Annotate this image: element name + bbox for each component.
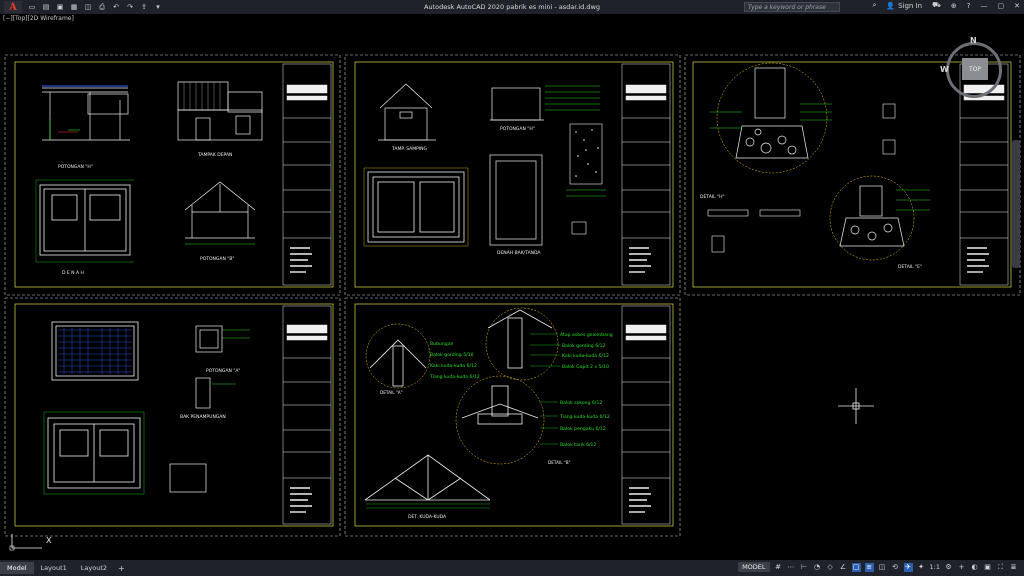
grid-icon[interactable]: # <box>774 563 783 572</box>
search-input[interactable]: Type a keyword or phrase <box>744 2 840 12</box>
annotation-label: Balok gording 5/10 <box>430 352 474 358</box>
annotation-label: Tiang kuda-kuda 6/12 <box>559 414 610 420</box>
viewcube-top-face[interactable]: TOP <box>962 58 988 80</box>
annotation-label: Atap asbes gelombang <box>560 332 613 338</box>
redo-icon[interactable]: ↷ <box>126 3 134 11</box>
navigation-bar[interactable] <box>1012 140 1020 268</box>
annotation-label: Balok pengaku 6/12 <box>560 426 606 432</box>
label-det-kuda: DET. KUDA-KUDA <box>408 514 447 520</box>
isodraft-icon[interactable]: ◇ <box>826 563 835 572</box>
save-as-icon[interactable]: ▦ <box>70 3 78 11</box>
viewport-label[interactable]: [−][Top][2D Wireframe] <box>3 15 74 22</box>
sheet-3-drawings: DETAIL "H" DETAIL "E" <box>700 62 930 270</box>
polar-icon[interactable]: ◔ <box>813 563 822 572</box>
open-folder-icon[interactable]: ▤ <box>42 3 50 11</box>
annotation-label: Balok gording 6/12 <box>562 343 606 349</box>
plus-icon[interactable]: + <box>957 563 966 572</box>
ucs-icon: X <box>9 534 52 551</box>
annotation-label: Balok Gapit 2 x 5/10 <box>562 364 609 370</box>
minimize-icon[interactable]: — <box>981 2 988 10</box>
add-layout-icon[interactable]: + <box>118 564 125 573</box>
label-bak-penampungan: BAK PENAMPUNGAN <box>180 414 226 420</box>
annotation-scale[interactable]: 1:1 <box>930 563 940 571</box>
svg-text:X: X <box>46 536 52 545</box>
connect-icon[interactable]: ⊕ <box>951 2 957 10</box>
new-file-icon[interactable]: ▭ <box>28 3 36 11</box>
customize-dropdown-icon[interactable]: ▾ <box>154 3 162 11</box>
viewcube[interactable]: TOP N W <box>940 36 1010 106</box>
transparency-icon[interactable]: ◫ <box>878 563 887 572</box>
sign-in-label: Sign In <box>898 1 923 10</box>
close-icon[interactable]: ✕ <box>1014 2 1020 10</box>
label-denah: D E N A H <box>62 270 84 276</box>
label-tampak-depan: TAMPAK DEPAN <box>197 152 232 158</box>
annotation-visibility-icon[interactable]: ✈ <box>903 562 913 572</box>
workspace-gear-icon[interactable]: ⚙ <box>944 563 953 572</box>
clean-screen-icon[interactable]: ⛶ <box>996 563 1005 572</box>
object-snap-tracking-icon[interactable]: ∠ <box>839 563 848 572</box>
annotation-label: Bubungan <box>430 341 454 347</box>
save-icon[interactable]: ▣ <box>56 3 64 11</box>
label-potongan-h2: POTONGAN "H" <box>500 126 535 132</box>
search-icon[interactable]: ⌕ <box>872 1 876 10</box>
cart-icon[interactable]: ⛟ <box>932 1 941 10</box>
label-detail-b: DETAIL "B" <box>548 460 571 465</box>
tab-layout1[interactable]: Layout1 <box>34 562 74 574</box>
undo-icon[interactable]: ↶ <box>112 3 120 11</box>
annotation-label: Balok tarik 6/12 <box>560 442 596 448</box>
sheet-4-drawings: POTONGAN "A" BAK PENAMPUNGAN <box>43 321 250 495</box>
compass-north-label: N <box>970 36 977 45</box>
label-detail-a: DETAIL "A" <box>380 390 403 395</box>
label-denah-bak: DENAH BAK/TANDA <box>497 250 541 256</box>
maximize-icon[interactable]: ▢ <box>998 2 1005 10</box>
annotation-label: Tiang kuda-kuda 6/12 <box>429 374 480 380</box>
status-bar: Model Layout1 Layout2 + MODEL # ⋯ ⊢ ◔ ◇ … <box>0 560 1024 576</box>
label-detail-h: DETAIL "H" <box>700 194 725 200</box>
label-detail-e: DETAIL "E" <box>898 264 922 270</box>
help-icon[interactable]: ? <box>967 2 971 10</box>
share-icon[interactable]: ⇪ <box>140 3 148 11</box>
print-icon[interactable]: ⎙ <box>98 3 106 11</box>
isolate-objects-icon[interactable]: ◐ <box>970 563 979 572</box>
lineweight-icon[interactable]: ≡ <box>864 562 874 572</box>
hardware-acceleration-icon[interactable]: ▣ <box>983 563 992 572</box>
sheet-2-drawings: TAMP. SAMPING POTONGAN "H" DENAH BAK/TAN… <box>363 83 606 256</box>
label-tampak-samping: TAMP. SAMPING <box>391 146 428 152</box>
web-mobile-icon[interactable]: ◫ <box>84 3 92 11</box>
quick-access-toolbar: A ▭ ▤ ▣ ▦ ◫ ⎙ ↶ ↷ ⇪ ▾ <box>4 1 162 13</box>
model-space-toggle[interactable]: MODEL <box>738 562 770 572</box>
annotation-label: Kaki kuda-kuda 6/12 <box>562 353 609 359</box>
object-snap-icon[interactable]: ▢ <box>851 562 861 572</box>
crosshair-cursor <box>838 388 874 424</box>
tab-model[interactable]: Model <box>0 562 34 574</box>
truss-annotation-labels: Atap asbes gelombang Balok gording 6/12 … <box>429 332 613 448</box>
selection-cycling-icon[interactable]: ⟲ <box>891 563 900 572</box>
auto-scale-icon[interactable]: ✦ <box>917 563 926 572</box>
compass-west-label: W <box>940 65 949 74</box>
ortho-icon[interactable]: ⊢ <box>800 563 809 572</box>
title-block-legends <box>290 247 989 513</box>
label-potongan-h: POTONGAN "H" <box>58 164 93 170</box>
customization-menu-icon[interactable]: ≣ <box>1009 563 1018 572</box>
sign-in-button[interactable]: 👤 Sign In <box>886 2 922 10</box>
tab-layout2[interactable]: Layout2 <box>74 562 114 574</box>
annotation-label: Balok sokong 6/12 <box>560 400 602 406</box>
label-potongan-b: POTONGAN "B" <box>200 256 235 262</box>
snap-icon[interactable]: ⋯ <box>787 563 796 572</box>
user-icon: 👤 <box>886 1 896 10</box>
label-potongan-a: POTONGAN "A" <box>206 368 241 374</box>
application-menu-button[interactable]: A <box>4 1 22 13</box>
title-blocks <box>282 63 1009 525</box>
sheet-5-drawings: Atap asbes gelombang Balok gording 6/12 … <box>364 307 613 520</box>
sheet-1-drawings: POTONGAN "H" TAMPAK DEPAN D E N A H POTO… <box>35 81 263 276</box>
model-space-canvas[interactable]: POTONGAN "H" TAMPAK DEPAN D E N A H POTO… <box>0 24 1024 554</box>
annotation-label: Kaki kuda-kuda 6/12 <box>430 363 477 369</box>
title-bar: A ▭ ▤ ▣ ▦ ◫ ⎙ ↶ ↷ ⇪ ▾ Autodesk AutoCAD 2… <box>0 0 1024 14</box>
